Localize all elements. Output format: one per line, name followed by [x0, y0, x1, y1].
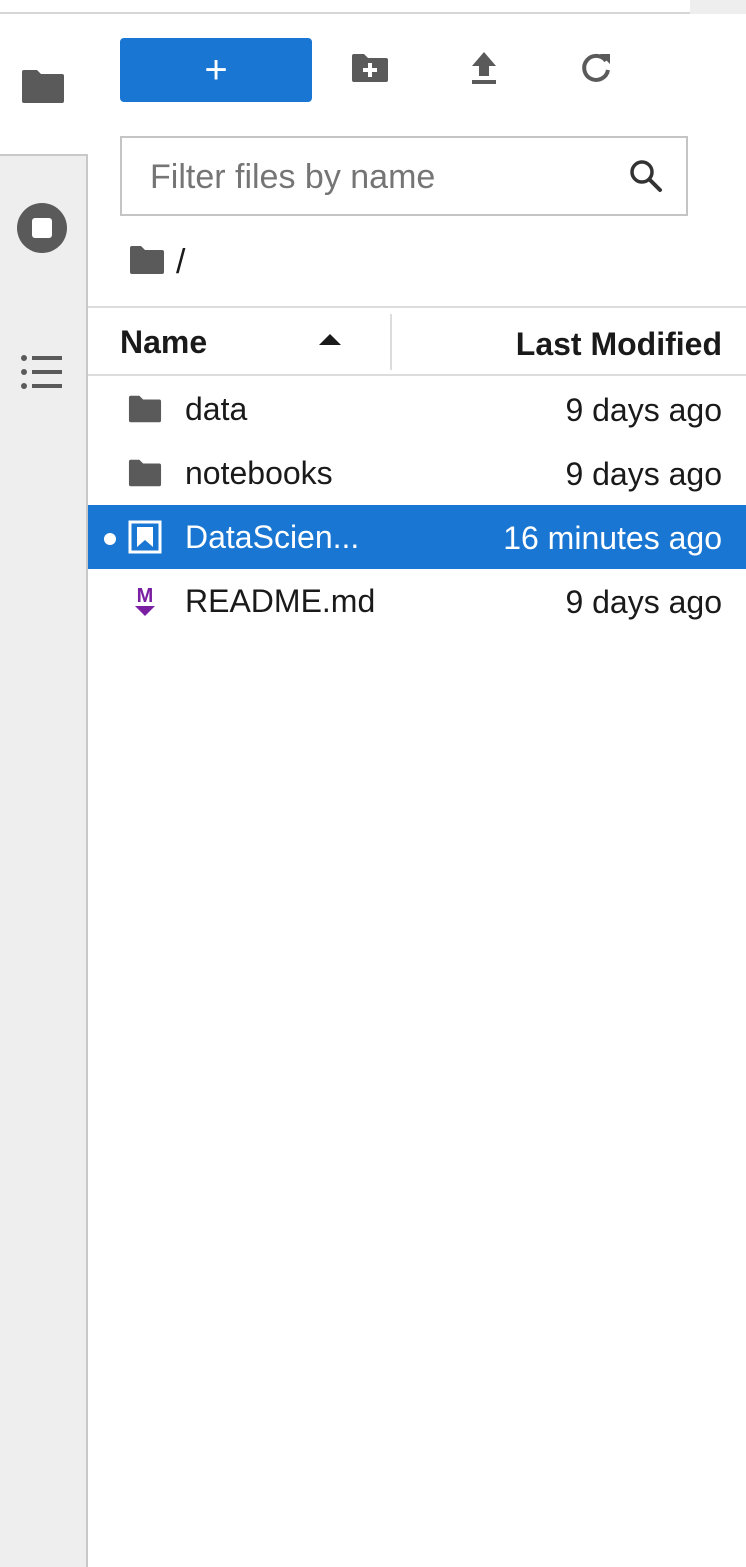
file-row-data[interactable]: data 9 days ago — [88, 377, 746, 441]
plus-label: + — [204, 48, 228, 92]
home-folder-icon[interactable] — [128, 245, 166, 280]
stop-circle-icon[interactable] — [16, 202, 68, 254]
new-launcher-button[interactable]: + — [120, 38, 312, 102]
file-name: README.md — [185, 583, 376, 619]
upload-button[interactable] — [462, 48, 506, 92]
activity-bar-active-tab[interactable] — [0, 16, 88, 154]
new-folder-button[interactable] — [348, 48, 392, 92]
file-name: DataScien... — [185, 519, 360, 555]
file-row-notebooks[interactable]: notebooks 9 days ago — [88, 441, 746, 505]
file-modified: 9 days ago — [565, 584, 722, 620]
breadcrumb-path[interactable]: / — [176, 243, 185, 282]
last-modified-column-header[interactable]: Last Modified — [516, 308, 722, 374]
upload-icon — [469, 50, 499, 91]
column-divider[interactable] — [390, 314, 392, 370]
markdown-icon: M — [128, 585, 162, 617]
sort-ascending-icon[interactable] — [318, 332, 342, 351]
activity-bar — [0, 16, 88, 1567]
file-row-datascience-notebook[interactable]: DataScien... 16 minutes ago — [88, 505, 746, 569]
list-icon[interactable] — [20, 352, 64, 392]
file-modified: 16 minutes ago — [503, 520, 722, 556]
file-modified: 9 days ago — [565, 456, 722, 492]
running-indicator — [104, 533, 116, 545]
top-right-corner — [690, 0, 746, 14]
file-name: data — [185, 391, 248, 427]
file-modified: 9 days ago — [565, 392, 722, 428]
filter-box — [120, 136, 688, 216]
activity-bar-inactive-area — [0, 154, 88, 1567]
breadcrumb: / — [128, 240, 185, 284]
file-name: notebooks — [185, 455, 333, 491]
notebook-icon — [128, 520, 162, 554]
folder-icon — [128, 457, 162, 489]
file-list-header: Name Last Modified — [88, 306, 746, 376]
refresh-button[interactable] — [574, 48, 618, 92]
svg-text:M: M — [137, 585, 154, 607]
filter-input[interactable] — [148, 138, 622, 216]
name-column-header[interactable]: Name — [120, 308, 207, 374]
folder-icon — [128, 393, 162, 425]
refresh-icon — [579, 51, 613, 90]
file-row-readme[interactable]: M README.md 9 days ago — [88, 569, 746, 633]
top-panel-border — [0, 0, 746, 14]
search-icon — [628, 158, 664, 199]
new-folder-icon — [350, 52, 390, 89]
folder-icon — [20, 68, 66, 104]
